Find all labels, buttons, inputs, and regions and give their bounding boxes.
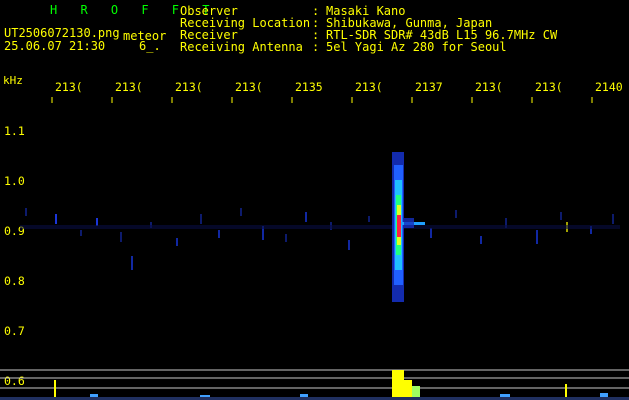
datetime-label: 25.06.07 21:30 <box>4 39 106 53</box>
frequency-unit-label: kHz <box>3 74 23 87</box>
x-tick-label: 213( <box>535 80 563 94</box>
amplitude-guides <box>0 369 629 389</box>
bottom-spectrum <box>0 370 629 400</box>
noise-band <box>20 208 620 270</box>
info-colon: : <box>312 40 320 54</box>
x-tick-label: 213( <box>355 80 383 94</box>
spectrogram-plot <box>0 97 629 400</box>
amplitude-label: 6_. <box>139 39 161 53</box>
x-tick-marks <box>51 97 593 103</box>
x-tick-label: 2140 <box>595 80 623 94</box>
filename-label: UT2506072130.png <box>4 26 120 40</box>
x-tick-label: 213( <box>175 80 203 94</box>
x-tick-label: 213( <box>475 80 503 94</box>
x-tick-label: 2137 <box>415 80 443 94</box>
info-label-antenna: Receiving Antenna <box>180 40 303 54</box>
x-tick-label: 2135 <box>295 80 323 94</box>
x-tick-label: 213( <box>55 80 83 94</box>
info-value-antenna: 5el Yagi Az 280 for Seoul <box>326 40 507 54</box>
x-tick-label: 213( <box>235 80 263 94</box>
x-tick-label: 213( <box>115 80 143 94</box>
